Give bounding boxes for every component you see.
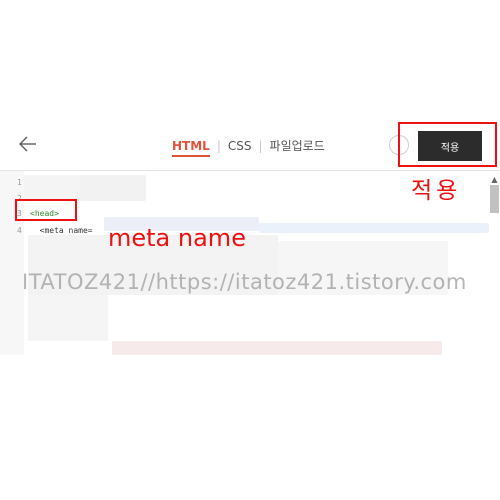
blurred-region xyxy=(80,175,146,201)
editor-tabs: HTML | CSS | 파일업로드 xyxy=(172,137,325,157)
tab-divider: | xyxy=(258,139,263,153)
line-number: 4 xyxy=(17,226,22,235)
scroll-up-icon[interactable]: ▲ xyxy=(489,175,500,185)
scrollbar-thumb[interactable] xyxy=(490,185,499,213)
blurred-region xyxy=(28,295,108,341)
apply-highlight-box xyxy=(398,122,497,167)
blurred-region xyxy=(24,175,80,201)
blurred-region xyxy=(259,223,489,233)
watermark: ITATOZ421//https://itatoz421.tistory.com xyxy=(22,270,467,294)
tab-css[interactable]: CSS xyxy=(228,139,252,153)
blurred-region xyxy=(112,341,442,355)
code-line-meta: <meta name= xyxy=(30,226,93,235)
line-number: 1 xyxy=(17,178,22,187)
apply-annotation: 적용 xyxy=(411,178,462,204)
tab-html[interactable]: HTML xyxy=(172,139,210,157)
meta-name-annotation: meta name xyxy=(108,224,246,252)
back-arrow-icon[interactable] xyxy=(16,132,40,156)
editor-toolbar: HTML | CSS | 파일업로드 적용 xyxy=(0,118,500,171)
tab-file-upload[interactable]: 파일업로드 xyxy=(270,137,325,154)
head-highlight-box xyxy=(15,199,77,221)
tab-divider: | xyxy=(216,139,221,153)
editor-window: HTML | CSS | 파일업로드 적용 1 2 3 4 <head> <meta n… xyxy=(0,118,500,355)
